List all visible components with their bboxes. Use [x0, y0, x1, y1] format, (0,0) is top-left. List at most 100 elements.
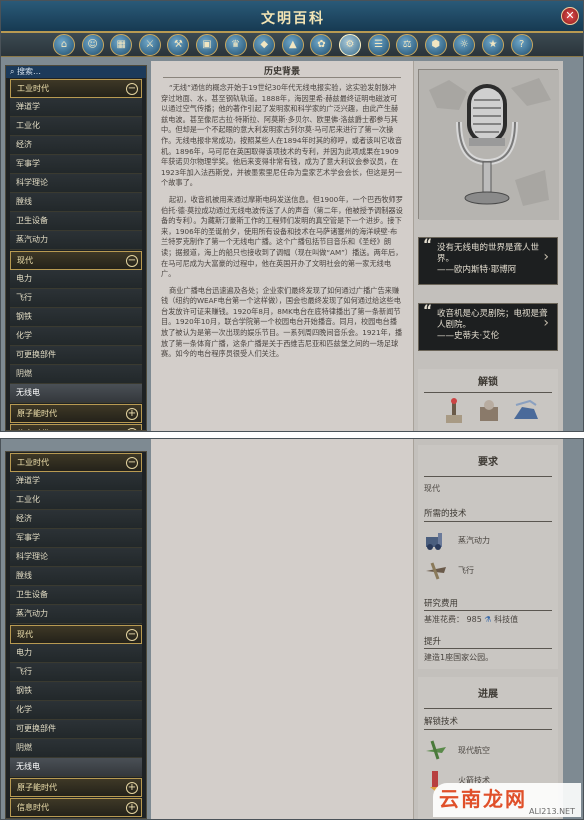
sidebar-item[interactable]: 无线电 [10, 758, 142, 777]
quote-author: ——史蒂夫·艾伦 [437, 331, 500, 341]
unlocks-box: 解锁 [418, 369, 558, 431]
play-quote-icon[interactable]: › [543, 316, 549, 330]
concept-icon[interactable]: ? [510, 34, 533, 56]
research-lab-icon[interactable] [480, 400, 498, 421]
sidebar-item[interactable]: 卫生设备 [10, 212, 142, 231]
wonder-icon[interactable]: ♛ [224, 34, 247, 56]
collapse-icon[interactable]: − [126, 629, 138, 641]
close-icon[interactable]: ✕ [561, 7, 579, 25]
sidebar-item[interactable]: 经济 [10, 510, 142, 529]
quote-card: “ 没有无线电的世界是聋人世界。 ——欧内斯特·耶博阿 › [418, 237, 558, 285]
expand-icon[interactable]: + [126, 408, 138, 420]
improvement-icon[interactable]: ⚒ [167, 34, 190, 56]
sidebar-item[interactable]: 电力 [10, 270, 142, 289]
resource-icon[interactable]: ◆ [253, 34, 276, 56]
home-icon[interactable]: ⌂ [53, 34, 75, 56]
feature-icon[interactable]: ✿ [310, 34, 333, 56]
great-person-icon[interactable]: ★ [482, 34, 504, 56]
sidebar-item[interactable]: 科学理论 [10, 174, 142, 193]
tech-icon[interactable]: ⚙ [339, 34, 361, 56]
sidebar-item[interactable]: 蒸汽动力 [10, 231, 142, 250]
district-icon[interactable]: ⬢ [424, 34, 447, 56]
sidebar-item[interactable]: 电力 [10, 644, 142, 663]
play-quote-icon[interactable]: › [543, 250, 549, 264]
cost-divider [424, 610, 552, 611]
sidebar-item[interactable]: 飞行 [10, 289, 142, 308]
sidebar-item[interactable]: 化学 [10, 701, 142, 720]
sidebar-item[interactable]: 化学 [10, 327, 142, 346]
government-icon[interactable]: ⚖ [396, 34, 419, 56]
unlock-divider [424, 729, 552, 730]
required-techs-label: 所需的技术 [424, 509, 467, 519]
quote-mark-icon: “ [423, 237, 433, 253]
sidebar-era-header[interactable]: 工业时代 − [10, 79, 142, 98]
watermark-en: ALI213.NET [528, 807, 575, 816]
article-panel: 历史背景 “无线”通信的概念开始于19世纪30年代无线电报实验，这实验发射脉冲穿… [151, 61, 413, 431]
research-cost: 基准花费： 985 ⚗ 科技值 [424, 614, 518, 625]
sidebar-item[interactable]: 工业化 [10, 117, 142, 136]
radio-wave-icon[interactable] [514, 399, 538, 419]
sidebar-era-header[interactable]: 原子能时代 + [10, 778, 142, 797]
unit-icon[interactable]: ⚔ [138, 34, 161, 56]
sidebar-item[interactable]: 可更换部件 [10, 720, 142, 739]
search-input[interactable]: ⌕ 搜索… [6, 66, 146, 78]
sidebar-item[interactable]: 阴燃 [10, 739, 142, 758]
sidebar-list: 工业时代 − 弹道学工业化经济 军事学 科学理论 膛线 卫生设备 蒸汽动力 现代 − 电力飞行钢铁化… [6, 453, 146, 817]
sidebar-era-header[interactable]: 信息时代 + [10, 798, 142, 817]
requirements-divider [424, 476, 552, 477]
sidebar-item-label: 化学 [16, 705, 32, 714]
religion-icon[interactable]: ☼ [453, 34, 476, 56]
sidebar-item[interactable]: 弹道学 [10, 472, 142, 491]
sidebar-item-label: 工业化 [16, 121, 40, 130]
quote-mark-icon: “ [423, 303, 433, 319]
sidebar-era-header[interactable]: 现代 − [10, 251, 142, 270]
city-icon[interactable]: ▦ [110, 34, 133, 56]
terrain-icon[interactable]: ▲ [281, 34, 304, 56]
sidebar-item[interactable]: 弹道学 [10, 98, 142, 117]
flight-icon [426, 562, 446, 580]
sidebar-era-header[interactable]: 工业时代 − [10, 453, 142, 472]
collapse-icon[interactable]: − [126, 255, 138, 267]
sidebar-item-label: 现代 [17, 256, 33, 265]
sidebar-item[interactable]: 蒸汽动力 [10, 605, 142, 624]
expand-icon[interactable]: + [126, 428, 138, 430]
sidebar-era-header[interactable]: 原子能时代 + [10, 404, 142, 423]
sidebar-item[interactable]: 军事学 [10, 155, 142, 174]
collapse-icon[interactable]: − [126, 83, 138, 95]
sidebar-item[interactable]: 膛线 [10, 193, 142, 212]
sidebar-item[interactable]: 卫生设备 [10, 586, 142, 605]
progression-divider [424, 708, 552, 709]
heading-divider [163, 77, 401, 78]
quote-author: ——欧内斯特·耶博阿 [437, 265, 517, 275]
sidebar-list: 工业时代 − 弹道学工业化经济 军事学 科学理论 膛线 卫生设备 蒸汽动力现代 − 电力 飞行 钢铁化… [6, 79, 146, 430]
sidebar-item[interactable]: 无线电 [10, 384, 142, 403]
sidebar-item-label: 工业时代 [17, 458, 49, 467]
sidebar-item[interactable]: 军事学 [10, 529, 142, 548]
expand-icon[interactable]: + [126, 802, 138, 814]
sidebar: 工业时代 − 弹道学工业化经济 军事学 科学理论 膛线 卫生设备 蒸汽动力 现代 − 电力飞行钢铁化… [5, 451, 147, 819]
expand-icon[interactable]: + [126, 782, 138, 794]
civic-icon[interactable]: ☰ [367, 34, 390, 56]
sidebar-item[interactable]: 工业化 [10, 491, 142, 510]
sidebar-item[interactable]: 钢铁 [10, 308, 142, 327]
collapse-icon[interactable]: − [126, 457, 138, 469]
sidebar-era-header[interactable]: 现代 − [10, 625, 142, 644]
sidebar-item[interactable]: 膛线 [10, 567, 142, 586]
sidebar-item-label: 飞行 [16, 667, 32, 676]
sidebar-item[interactable]: 可更换部件 [10, 346, 142, 365]
sidebar-item-label: 工业化 [16, 495, 40, 504]
building-icon[interactable]: ▣ [196, 34, 218, 56]
required-divider [424, 521, 552, 522]
sidebar-item[interactable]: 阴燃 [10, 365, 142, 384]
sidebar-item-label: 化学 [16, 331, 32, 340]
cost-value: 985 [466, 615, 482, 624]
broadcast-tower-icon[interactable] [446, 398, 462, 423]
sidebar-item-label: 原子能时代 [17, 409, 57, 418]
sidebar-item[interactable]: 钢铁 [10, 682, 142, 701]
sidebar-item[interactable]: 科学理论 [10, 548, 142, 567]
people-icon[interactable]: ☺ [81, 34, 104, 56]
sidebar-era-header[interactable]: 信息时代 + [10, 424, 142, 430]
sidebar-item[interactable]: 飞行 [10, 663, 142, 682]
sidebar-item[interactable]: 经济 [10, 136, 142, 155]
quote-card: “ 收音机是心灵剧院；电视是聋人剧院。 ——史蒂夫·艾伦 › [418, 303, 558, 351]
